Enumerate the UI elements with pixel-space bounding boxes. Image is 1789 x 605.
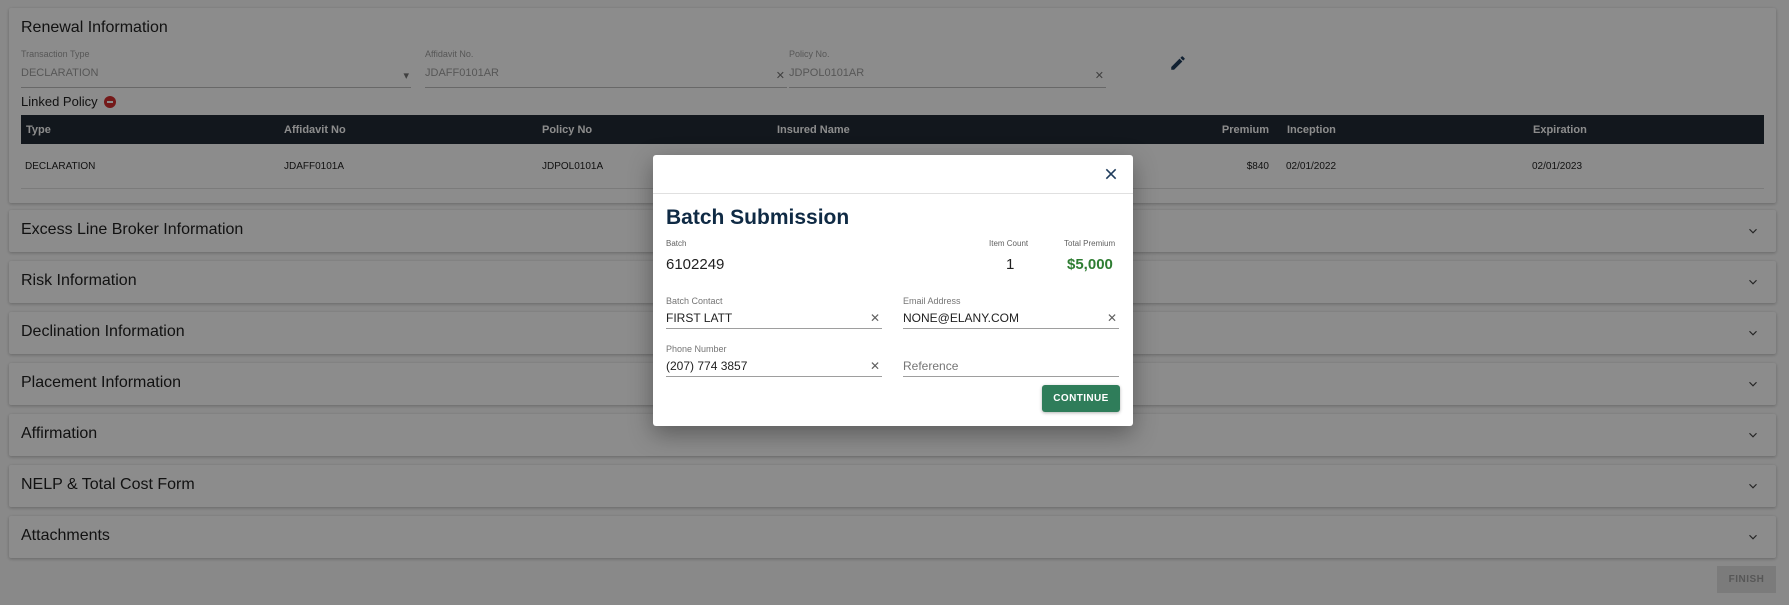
phone-number-field[interactable]: Phone Number (207) 774 3857 ✕ [666,344,882,377]
reference-field[interactable] [903,344,1119,377]
batch-contact-value: FIRST LATT [666,311,733,325]
item-count-value: 1 [1006,256,1015,273]
batch-contact-label: Batch Contact [666,296,723,306]
total-premium-value: $5,000 [1067,256,1113,273]
phone-number-value: (207) 774 3857 [666,359,748,373]
total-premium-label: Total Premium [1064,239,1116,248]
batch-submission-dialog: Batch Submission Batch 6102249 Item Coun… [653,155,1133,426]
email-address-label: Email Address [903,296,961,306]
email-address-field[interactable]: Email Address NONE@ELANY.COM ✕ [903,296,1119,329]
clear-icon[interactable]: ✕ [870,359,880,373]
batch-value: 6102249 [666,256,725,273]
batch-label: Batch [666,239,687,248]
close-icon[interactable] [1103,166,1119,182]
item-count-label: Item Count [989,239,1029,248]
clear-icon[interactable]: ✕ [1107,311,1117,325]
phone-number-label: Phone Number [666,344,727,354]
continue-button[interactable]: CONTINUE [1042,385,1120,412]
batch-contact-field[interactable]: Batch Contact FIRST LATT ✕ [666,296,882,329]
clear-icon[interactable]: ✕ [870,311,880,325]
reference-input[interactable] [903,359,1103,373]
email-address-value: NONE@ELANY.COM [903,311,1019,325]
dialog-title: Batch Submission [666,206,850,229]
dialog-header [653,155,1133,194]
